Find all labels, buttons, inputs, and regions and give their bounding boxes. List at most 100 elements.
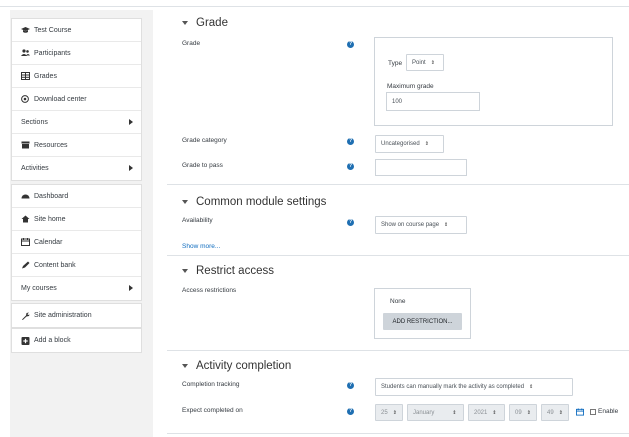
restrict-access-toggle[interactable]: Restrict access xyxy=(182,265,274,277)
chevron-right-icon xyxy=(129,285,133,291)
nav-my-courses[interactable]: My courses xyxy=(12,277,141,300)
help-icon[interactable]: ? xyxy=(347,163,354,170)
grade-category-label: Grade category xyxy=(182,137,227,144)
nav-label: My courses xyxy=(21,285,57,292)
nav-activities[interactable]: Activities xyxy=(12,157,141,180)
nav-label: Test Course xyxy=(34,26,72,34)
nav-sections[interactable]: Sections xyxy=(12,111,141,134)
add-restriction-button[interactable]: ADD RESTRICTION... xyxy=(383,313,462,330)
select-value: Point xyxy=(412,59,426,66)
select-value: 25 xyxy=(381,409,388,416)
admin-nav-group: Site administration xyxy=(11,303,142,328)
grade-to-pass-input[interactable] xyxy=(375,159,467,176)
access-restrictions-label: Access restrictions xyxy=(182,287,237,294)
enable-checkbox[interactable] xyxy=(590,409,596,415)
select-arrows-icon: ⇕ xyxy=(444,222,449,228)
nav-label: Grades xyxy=(34,72,57,80)
grade-category-select[interactable]: Uncategorised ⇕ xyxy=(375,135,444,153)
type-label: Type xyxy=(388,60,403,67)
common-settings-toggle[interactable]: Common module settings xyxy=(182,196,326,208)
select-arrows-icon: ⇕ xyxy=(424,141,429,147)
caret-down-icon xyxy=(182,200,188,204)
select-arrows-icon: ⇕ xyxy=(526,409,531,416)
nav-resources[interactable]: Resources xyxy=(12,134,141,157)
show-more-link[interactable]: Show more... xyxy=(182,243,220,250)
select-arrows-icon: ⇕ xyxy=(392,409,397,416)
completion-tracking-label: Completion tracking xyxy=(182,381,240,388)
nav-calendar[interactable]: Calendar xyxy=(12,231,141,254)
course-nav-group: Test Course Participants Grades Download… xyxy=(11,18,142,181)
nav-label: Sections xyxy=(21,118,48,126)
select-value: Students can manually mark the activity … xyxy=(381,384,525,390)
archive-icon xyxy=(21,141,30,149)
wrench-icon xyxy=(21,312,30,320)
grade-label: Grade xyxy=(182,40,201,47)
nav-content-bank[interactable]: Content bank xyxy=(12,254,141,277)
availability-label: Availability xyxy=(182,217,213,224)
select-value: 2021 xyxy=(474,409,488,416)
max-grade-label: Maximum grade xyxy=(387,83,434,90)
grade-to-pass-label: Grade to pass xyxy=(182,162,223,169)
nav-site-home[interactable]: Site home xyxy=(12,208,141,231)
pen-icon xyxy=(21,261,30,269)
restrictions-none-text: None xyxy=(390,298,406,305)
select-value: 09 xyxy=(515,409,522,416)
month-select[interactable]: January ⇕ xyxy=(407,404,464,421)
hour-select[interactable]: 09 ⇕ xyxy=(509,404,537,421)
help-icon[interactable]: ? xyxy=(347,41,354,48)
caret-down-icon xyxy=(182,21,188,25)
users-icon xyxy=(21,49,30,57)
help-icon[interactable]: ? xyxy=(347,408,354,415)
input-value: 100 xyxy=(392,98,403,105)
calendar-icon[interactable] xyxy=(576,408,584,416)
select-value: 49 xyxy=(547,409,554,416)
grade-fieldset xyxy=(374,37,613,126)
add-block-button[interactable]: Add a block xyxy=(12,329,141,352)
select-value: Show on course page xyxy=(381,222,440,228)
nav-dashboard[interactable]: Dashboard xyxy=(12,185,141,208)
completion-tracking-select[interactable]: Students can manually mark the activity … xyxy=(375,378,573,396)
year-select[interactable]: 2021 ⇕ xyxy=(468,404,505,421)
table-icon xyxy=(21,72,30,80)
calendar-icon xyxy=(21,238,30,246)
nav-label: Activities xyxy=(21,165,49,172)
grade-section-toggle[interactable]: Grade xyxy=(182,17,228,29)
section-divider xyxy=(167,433,629,434)
caret-down-icon xyxy=(182,364,188,368)
help-icon[interactable]: ? xyxy=(347,138,354,145)
restrict-heading: Restrict access xyxy=(196,265,274,277)
section-divider xyxy=(167,350,629,351)
nav-label: Participants xyxy=(34,49,71,57)
select-arrows-icon: ⇕ xyxy=(452,409,457,416)
home-icon xyxy=(21,215,30,223)
select-value: Uncategorised xyxy=(381,141,420,147)
nav-test-course[interactable]: Test Course xyxy=(12,19,141,42)
max-grade-input[interactable]: 100 xyxy=(386,92,480,111)
nav-site-administration[interactable]: Site administration xyxy=(12,304,141,327)
help-icon[interactable]: ? xyxy=(347,219,354,226)
graduation-cap-icon xyxy=(21,26,30,34)
nav-label: Site home xyxy=(34,215,66,223)
select-value: January xyxy=(413,409,435,416)
caret-down-icon xyxy=(182,269,188,273)
nav-label: Add a block xyxy=(34,337,71,344)
nav-grades[interactable]: Grades xyxy=(12,65,141,88)
top-divider xyxy=(0,6,629,7)
grade-type-select[interactable]: Point ⇕ xyxy=(406,54,444,71)
minute-select[interactable]: 49 ⇕ xyxy=(541,404,569,421)
nav-download-center[interactable]: Download center xyxy=(12,88,141,111)
chevron-right-icon xyxy=(129,119,133,125)
day-select[interactable]: 25 ⇕ xyxy=(375,404,403,421)
dashboard-icon xyxy=(21,192,30,200)
chevron-right-icon xyxy=(129,165,133,171)
nav-label: Resources xyxy=(34,141,68,149)
select-arrows-icon: ⇕ xyxy=(558,409,563,416)
nav-participants[interactable]: Participants xyxy=(12,42,141,65)
section-divider xyxy=(167,255,629,256)
help-icon[interactable]: ? xyxy=(347,382,354,389)
activity-completion-toggle[interactable]: Activity completion xyxy=(182,360,291,372)
availability-select[interactable]: Show on course page ⇕ xyxy=(375,216,467,234)
select-arrows-icon: ⇕ xyxy=(529,384,534,390)
enable-label: Enable xyxy=(598,408,619,415)
nav-label: Dashboard xyxy=(34,192,69,200)
